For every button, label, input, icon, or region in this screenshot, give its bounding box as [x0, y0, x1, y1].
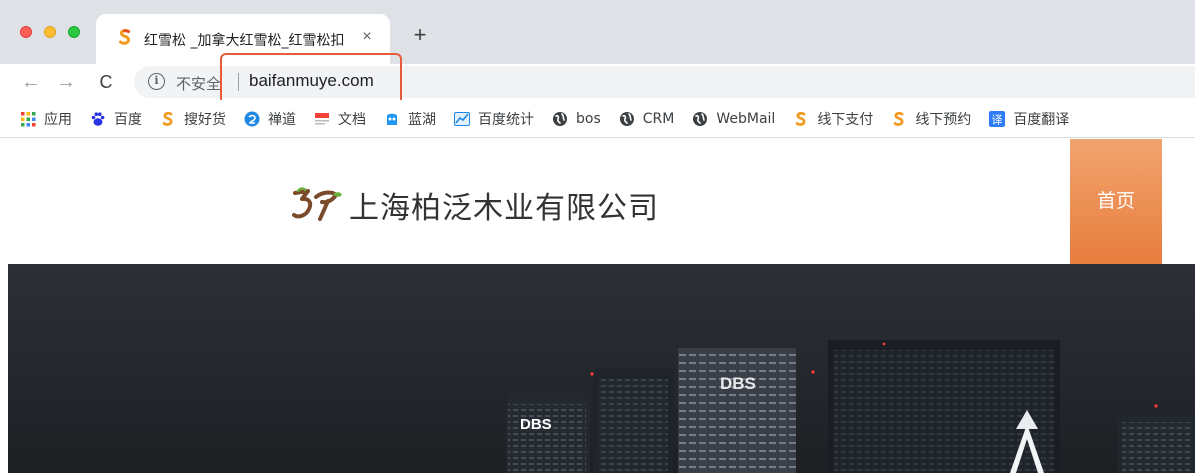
maximize-window-button[interactable]	[68, 26, 80, 38]
zentao-icon	[244, 111, 260, 127]
hero-banner: DBS DBS	[8, 264, 1195, 473]
bookmark-label: CRM	[642, 110, 675, 127]
bookmark-label: bos	[576, 110, 601, 127]
browser-toolbar: ← → C i 不安全 baifanmuye.com	[0, 64, 1195, 100]
bookmark-label: 百度	[114, 111, 142, 128]
dollar-s-icon	[793, 111, 809, 127]
svg-text:译: 译	[992, 113, 1003, 126]
tab-title: 红雪松 _加拿大红雪松_红雪松扣	[144, 33, 345, 49]
doc-icon	[314, 111, 330, 127]
bookmark-label: 线下支付	[817, 111, 874, 128]
bookmark-label: WebMail	[716, 110, 776, 127]
bookmark-label: 应用	[44, 111, 72, 128]
bookmark-label: 搜好货	[184, 111, 226, 128]
new-tab-button[interactable]: +	[408, 24, 432, 46]
security-status[interactable]: 不安全	[176, 73, 221, 94]
chart-icon	[454, 111, 470, 127]
dollar-s-icon	[119, 29, 130, 45]
bookmark-2[interactable]: 搜好货	[160, 109, 226, 129]
apps-grid-icon	[20, 111, 36, 127]
bookmark-6[interactable]: 百度统计	[454, 109, 534, 129]
translate-icon: 译	[989, 110, 1006, 127]
banner-sign-main: DBS	[720, 374, 756, 393]
close-window-button[interactable]	[20, 26, 32, 38]
bookmark-label: 线下预约	[915, 111, 972, 128]
globe-icon	[552, 111, 568, 127]
nav-home-link[interactable]: 首页	[1070, 139, 1162, 264]
company-logo[interactable]	[292, 187, 344, 223]
bookmark-label: 百度翻译	[1013, 111, 1070, 128]
company-name[interactable]: 上海柏泛木业有限公司	[349, 183, 659, 227]
bookmark-label: 蓝湖	[408, 111, 436, 128]
globe-icon	[692, 111, 708, 127]
reload-button[interactable]: C	[93, 69, 119, 95]
bookmark-10[interactable]: 线下支付	[793, 109, 873, 129]
banner-sign-left: DBS	[520, 416, 552, 433]
web-page: 上海柏泛木业有限公司 首页 DBS DBS	[0, 139, 1195, 473]
forward-button[interactable]: →	[53, 69, 79, 95]
bookmark-label: 禅道	[268, 111, 296, 128]
bookmark-0[interactable]: 应用	[20, 109, 72, 129]
dollar-s-icon	[160, 111, 176, 127]
back-button[interactable]: ←	[18, 69, 44, 95]
bookmarks-bar: 应用 百度 搜好货 禅道 文档 蓝湖 百度统计 bos CRM WebMail 线下支付 线下预约译百…	[0, 100, 1195, 138]
minimize-window-button[interactable]	[44, 26, 56, 38]
baidu-paw-icon	[90, 111, 106, 127]
bookmark-12[interactable]: 译百度翻译	[989, 109, 1069, 129]
info-icon[interactable]: i	[148, 73, 165, 90]
bookmark-1[interactable]: 百度	[90, 109, 142, 129]
bookmark-4[interactable]: 文档	[314, 109, 366, 129]
bookmark-5[interactable]: 蓝湖	[384, 109, 436, 129]
dollar-s-icon	[891, 111, 907, 127]
bookmark-label: 百度统计	[478, 111, 534, 128]
bookmark-11[interactable]: 线下预约	[891, 109, 971, 129]
bookmark-7[interactable]: bos	[552, 111, 601, 127]
bookmark-8[interactable]: CRM	[619, 110, 675, 127]
globe-icon	[619, 111, 635, 127]
city-skyline-image: DBS DBS	[506, 340, 1195, 473]
tab-close-button[interactable]: ×	[356, 26, 378, 48]
bookmark-label: 文档	[338, 111, 366, 128]
bookmark-3[interactable]: 禅道	[244, 109, 296, 129]
bookmark-9[interactable]: WebMail	[692, 111, 775, 127]
tab-strip: 红雪松 _加拿大红雪松_红雪松扣 × +	[0, 0, 1195, 64]
lanhu-icon	[384, 111, 400, 127]
